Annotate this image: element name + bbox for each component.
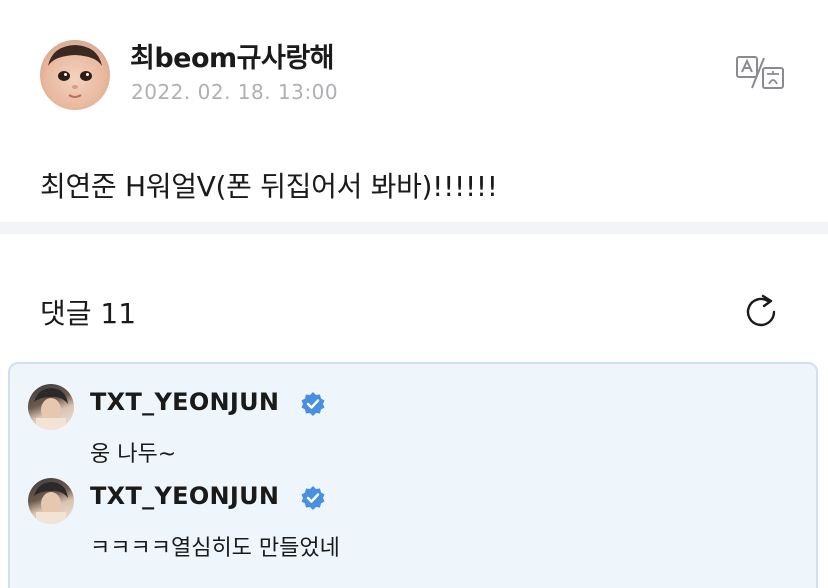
post-page: 최beom규사랑해 2022. 02. 18. 13:00 최연준 H워얼V(폰… xyxy=(0,0,828,588)
comments-count-title: 댓글 11 xyxy=(40,297,137,330)
post-body-text: 최연준 H워얼V(폰 뒤집어서 봐바)!!!!!! xyxy=(40,170,498,203)
child-face-icon xyxy=(48,45,102,98)
verified-badge-icon xyxy=(301,486,325,510)
commenter-name[interactable]: TXT_YEONJUN xyxy=(90,388,279,416)
commenter-name[interactable]: TXT_YEONJUN xyxy=(90,482,279,510)
translate-icon xyxy=(736,56,784,89)
section-divider xyxy=(0,222,828,234)
highlighted-comments: TXT_YEONJUN 웅 나두~ TXT_YEONJUN ㅋㅋㅋㅋ열심히도 만… xyxy=(8,362,818,588)
comment-text: 웅 나두~ xyxy=(90,442,177,467)
comment-item: TXT_YEONJUN ㅋㅋㅋㅋ열심히도 만들었네 xyxy=(10,476,820,561)
author-avatar[interactable] xyxy=(40,40,110,110)
translate-button[interactable] xyxy=(734,54,786,92)
post-author-name[interactable]: 최beom규사랑해 xyxy=(130,36,335,75)
refresh-icon xyxy=(746,294,776,327)
commenter-avatar[interactable] xyxy=(28,384,74,430)
post-timestamp: 2022. 02. 18. 13:00 xyxy=(131,80,339,104)
commenter-photo-icon xyxy=(34,482,68,524)
post-header: 최beom규사랑해 2022. 02. 18. 13:00 xyxy=(0,0,828,140)
commenter-avatar[interactable] xyxy=(28,478,74,524)
commenter-photo-icon xyxy=(34,388,68,430)
comment-item: TXT_YEONJUN 웅 나두~ xyxy=(10,382,820,467)
refresh-comments-button[interactable] xyxy=(741,292,781,332)
comment-text: ㅋㅋㅋㅋ열심히도 만들었네 xyxy=(90,536,340,561)
verified-badge-icon xyxy=(301,392,325,416)
